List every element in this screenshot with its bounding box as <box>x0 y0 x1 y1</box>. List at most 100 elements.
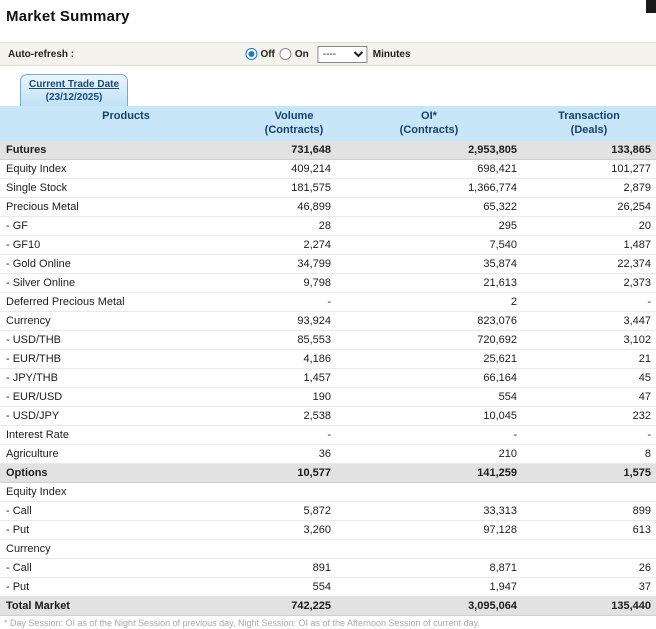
cell-volume: - <box>252 292 336 312</box>
cell-volume: 46,899 <box>252 197 336 217</box>
cell-oi: 35,874 <box>336 254 522 274</box>
table-row: - Gold Online 34,799 35,874 22,374 <box>0 254 656 274</box>
cell-volume: 731,648 <box>252 141 336 160</box>
table-row: - GF 28 295 20 <box>0 216 656 236</box>
table-row: - EUR/THB 4,186 25,621 21 <box>0 349 656 369</box>
cell-product: - JPY/THB <box>0 368 252 388</box>
auto-refresh-off-radio[interactable] <box>245 48 258 60</box>
table-row: Currency <box>0 539 656 559</box>
column-header: Transaction (Deals) <box>522 106 656 141</box>
cell-oi: 295 <box>336 216 522 236</box>
auto-refresh-on-radio[interactable] <box>279 48 292 60</box>
cell-product: - Silver Online <box>0 273 252 293</box>
cell-volume: 36 <box>252 444 336 464</box>
auto-refresh-on-option[interactable]: On <box>279 48 309 60</box>
cell-volume: 85,553 <box>252 330 336 350</box>
cell-product: - GF10 <box>0 235 252 255</box>
table-row: - USD/JPY 2,538 10,045 232 <box>0 406 656 426</box>
cell-deals: 20 <box>522 216 656 236</box>
column-header: OI* (Contracts) <box>336 106 522 141</box>
cell-volume: 93,924 <box>252 311 336 331</box>
cell-deals: 26,254 <box>522 197 656 217</box>
cell-oi: 2 <box>336 292 522 312</box>
cell-volume: 5,872 <box>252 501 336 521</box>
cell-deals: 21 <box>522 349 656 369</box>
cell-volume: 1,457 <box>252 368 336 388</box>
cell-oi: 210 <box>336 444 522 464</box>
table-row: Futures 731,648 2,953,805 133,865 <box>0 141 656 160</box>
table-header-row: Products Volume (Contracts) OI* (Contracts) T… <box>0 106 656 141</box>
cell-product: Deferred Precious Metal <box>0 292 252 312</box>
cell-volume: - <box>252 425 336 445</box>
cell-volume: 742,225 <box>252 596 336 616</box>
cell-product: Options <box>0 463 252 483</box>
tab-label-line2: (23/12/2025) <box>45 92 103 103</box>
table-row: Total Market 742,225 3,095,064 135,440 <box>0 596 656 616</box>
cell-volume <box>252 482 336 502</box>
minutes-select[interactable]: ---- <box>317 45 368 63</box>
table-row: Precious Metal 46,899 65,322 26,254 <box>0 197 656 217</box>
market-summary-table: Products Volume (Contracts) OI* (Contracts) T… <box>0 106 656 616</box>
cell-oi: 33,313 <box>336 501 522 521</box>
tab-current-trade-date[interactable]: Current Trade Date (23/12/2025) <box>20 74 129 106</box>
cell-product: - Put <box>0 577 252 597</box>
cell-deals: 37 <box>522 577 656 597</box>
cell-deals: 232 <box>522 406 656 426</box>
cell-volume <box>252 539 336 559</box>
cell-oi: - <box>336 425 522 445</box>
table-row: - JPY/THB 1,457 66,164 45 <box>0 368 656 388</box>
cell-oi <box>336 539 522 559</box>
cell-oi: 823,076 <box>336 311 522 331</box>
cell-volume: 181,575 <box>252 178 336 198</box>
cell-deals: 47 <box>522 387 656 407</box>
cell-deals: 133,865 <box>522 141 656 160</box>
cell-oi: 8,871 <box>336 558 522 578</box>
table-row: Interest Rate - - - <box>0 425 656 445</box>
cell-product: Equity Index <box>0 159 252 179</box>
cell-oi: 141,259 <box>336 463 522 483</box>
cell-product: Currency <box>0 311 252 331</box>
cell-deals: - <box>522 425 656 445</box>
table-row: Currency 93,924 823,076 3,447 <box>0 311 656 331</box>
cell-deals: 135,440 <box>522 596 656 616</box>
table-row: - EUR/USD 190 554 47 <box>0 387 656 407</box>
cell-oi: 1,366,774 <box>336 178 522 198</box>
auto-refresh-bar: Auto-refresh : Off On ---- Minutes <box>0 42 656 66</box>
cell-deals: 101,277 <box>522 159 656 179</box>
cell-deals <box>522 539 656 559</box>
cell-deals: 613 <box>522 520 656 540</box>
cell-volume: 2,274 <box>252 235 336 255</box>
cell-oi: 97,128 <box>336 520 522 540</box>
cell-volume: 34,799 <box>252 254 336 274</box>
cell-deals <box>522 482 656 502</box>
cell-product: - Call <box>0 501 252 521</box>
page-title: Market Summary <box>6 8 130 25</box>
cell-product: - GF <box>0 216 252 236</box>
cell-product: - Put <box>0 520 252 540</box>
market-summary-page: Market Summary Auto-refresh : Off On ---… <box>0 0 656 629</box>
table-row: Agriculture 36 210 8 <box>0 444 656 464</box>
cell-product: - USD/THB <box>0 330 252 350</box>
auto-refresh-label: Auto-refresh : <box>8 48 75 60</box>
minutes-label: Minutes <box>372 48 411 60</box>
cell-oi: 25,621 <box>336 349 522 369</box>
column-header: Products <box>0 106 252 141</box>
cell-deals: 45 <box>522 368 656 388</box>
cell-deals: 26 <box>522 558 656 578</box>
table-row: - Put 554 1,947 37 <box>0 577 656 597</box>
cell-product: - EUR/USD <box>0 387 252 407</box>
cell-deals: 8 <box>522 444 656 464</box>
table-row: Equity Index 409,214 698,421 101,277 <box>0 159 656 179</box>
corner-icon <box>646 0 656 13</box>
table-row: - Put 3,260 97,128 613 <box>0 520 656 540</box>
cell-product: - Gold Online <box>0 254 252 274</box>
table-row: Single Stock 181,575 1,366,774 2,879 <box>0 178 656 198</box>
cell-volume: 28 <box>252 216 336 236</box>
cell-oi: 2,953,805 <box>336 141 522 160</box>
cell-deals: 2,879 <box>522 178 656 198</box>
auto-refresh-off-option[interactable]: Off <box>245 48 275 60</box>
cell-deals: 3,447 <box>522 311 656 331</box>
table-row: Equity Index <box>0 482 656 502</box>
cell-oi: 10,045 <box>336 406 522 426</box>
cell-volume: 190 <box>252 387 336 407</box>
